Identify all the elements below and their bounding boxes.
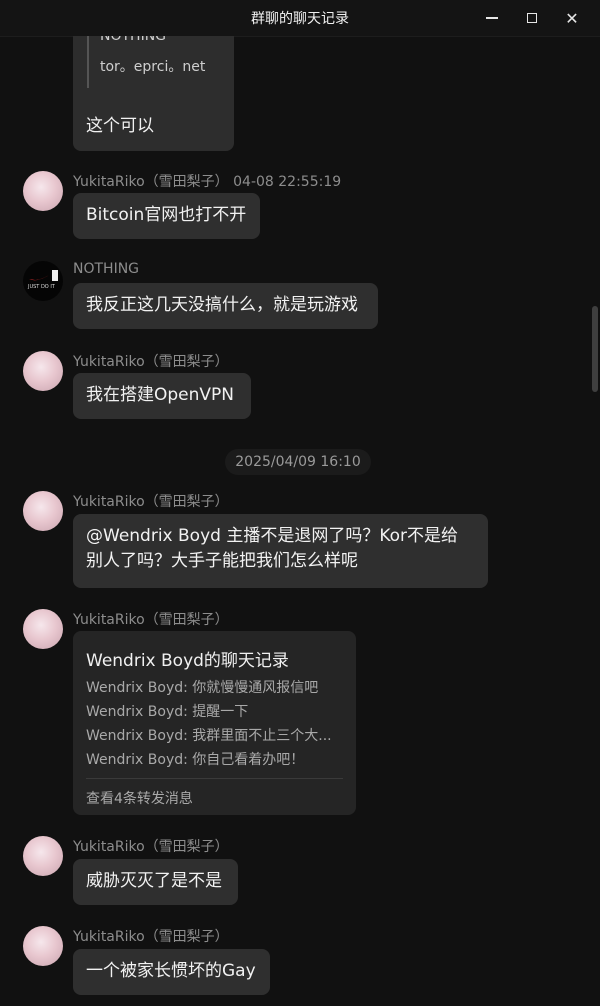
sender-name: YukitaRiko（雪田梨子） (73, 494, 229, 510)
sender-name: YukitaRiko（雪田梨子） 04-08 22:55:19 (73, 174, 342, 190)
avatar[interactable]: JUST DO IT (23, 261, 63, 301)
avatar-badge-text: JUST DO IT (27, 284, 56, 290)
window-title: 群聊的聊天记录 (251, 11, 349, 27)
maximize-button[interactable] (512, 0, 552, 36)
forwarded-chat-card[interactable]: Wendrix Boyd的聊天记录 Wendrix Boyd: 你就慢慢通风报信… (73, 631, 356, 815)
quoted-text: tor。eprci。net (100, 59, 206, 75)
forwarded-chat-title: Wendrix Boyd的聊天记录 (86, 651, 289, 671)
scrollbar[interactable] (592, 306, 598, 392)
sender-name: YukitaRiko（雪田梨子） (73, 612, 229, 628)
forwarded-line: Wendrix Boyd: 提醒一下 (86, 704, 249, 720)
window-controls: ✕ (472, 0, 592, 36)
minimize-icon (486, 17, 498, 19)
forwarded-line: Wendrix Boyd: 你自己看着办吧！ (86, 752, 305, 768)
avatar[interactable] (23, 351, 63, 391)
message-bubble[interactable]: 我反正这几天没搞什么，就是玩游戏 (73, 283, 378, 329)
forwarded-line: Wendrix Boyd: 你就慢慢通风报信吧 (86, 680, 319, 696)
title-bar: 群聊的聊天记录 ✕ (0, 0, 600, 37)
sender-name: YukitaRiko（雪田梨子） (73, 354, 229, 370)
card-divider (86, 778, 343, 779)
maximize-icon (527, 13, 537, 23)
message-bubble[interactable]: Bitcoin官网也打不开 (73, 193, 260, 239)
forwarded-line: Wendrix Boyd: 我群里面不止三个大... (86, 728, 332, 744)
view-forwarded-messages-link[interactable]: 查看4条转发消息 (86, 788, 193, 808)
message-bubble[interactable]: 我在搭建OpenVPN (73, 373, 251, 419)
just-do-it-avatar-icon: JUST DO IT (27, 270, 58, 290)
avatar[interactable] (23, 836, 63, 876)
close-button[interactable]: ✕ (552, 0, 592, 36)
message-bubble[interactable]: 威胁灭灭了是不是 (73, 859, 238, 905)
avatar[interactable] (23, 171, 63, 211)
message-bubble[interactable]: @Wendrix Boyd 主播不是退网了吗？Kor不是给别人了吗？大手子能把我… (73, 514, 488, 588)
minimize-button[interactable] (472, 0, 512, 36)
timestamp-divider: 2025/04/09 16:10 (225, 449, 371, 475)
avatar[interactable] (23, 926, 63, 966)
sender-name: NOTHING (73, 261, 140, 277)
quoted-sender: NOTHING (100, 36, 167, 44)
message-text: 这个可以 (86, 116, 154, 136)
sender-name: YukitaRiko（雪田梨子） (73, 929, 229, 945)
quote-bar (87, 36, 89, 88)
close-icon: ✕ (565, 8, 579, 28)
chat-history[interactable]: NOTHING tor。eprci。net 这个可以 YukitaRiko（雪田… (0, 36, 600, 1006)
quoted-message-bubble[interactable]: NOTHING tor。eprci。net 这个可以 (73, 36, 234, 151)
avatar[interactable] (23, 609, 63, 649)
avatar[interactable] (23, 491, 63, 531)
sender-name: YukitaRiko（雪田梨子） (73, 839, 229, 855)
message-bubble[interactable]: 一个被家长惯坏的Gay (73, 949, 270, 995)
